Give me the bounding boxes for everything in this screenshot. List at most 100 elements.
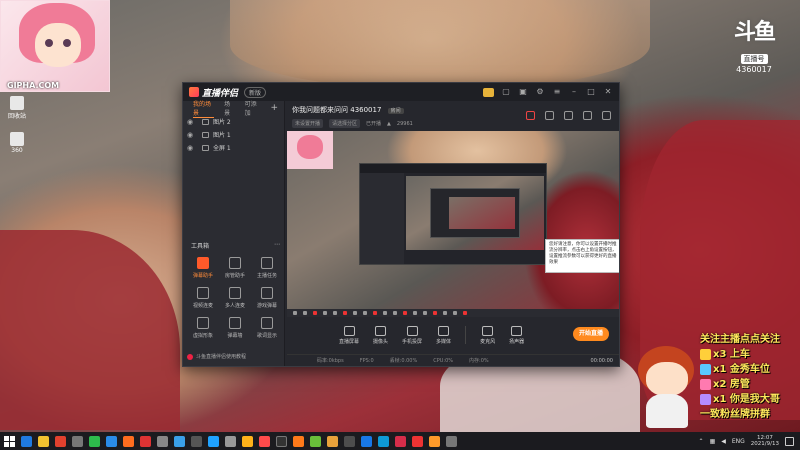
tool-avatar[interactable]: 虚拟形象 [187, 317, 219, 339]
app-icon[interactable] [55, 435, 66, 447]
app-icon[interactable] [72, 435, 83, 447]
preview-nested-window [359, 163, 547, 265]
app-icon[interactable] [446, 435, 457, 447]
notification-icon[interactable] [785, 436, 794, 446]
message-icon[interactable]: ▢ [501, 87, 511, 97]
recycle-bin-icon [10, 96, 24, 110]
gift-icon [700, 379, 711, 390]
add-scene-icon[interactable]: + [270, 103, 278, 113]
app-icon[interactable] [174, 435, 185, 447]
eye-icon[interactable]: ◉ [187, 144, 196, 152]
edge-icon[interactable] [21, 435, 32, 447]
room-tag[interactable]: 房间 [387, 108, 404, 114]
qq-icon[interactable] [106, 435, 117, 447]
gift-icon [700, 394, 711, 405]
app-icon[interactable] [276, 435, 287, 447]
bell-icon[interactable] [583, 111, 592, 120]
tool-danmu-assistant[interactable]: 弹幕助手 [187, 257, 219, 279]
start-button[interactable] [4, 435, 15, 447]
wechat-icon[interactable] [89, 435, 100, 447]
live-status: 已开播 [366, 121, 382, 127]
streaming-app-icon[interactable] [259, 435, 270, 447]
close-icon[interactable]: ✕ [603, 87, 613, 97]
toolbox-header: 工具箱 ⋯ [191, 241, 280, 250]
monitor-icon [202, 144, 209, 151]
desktop-icon-file[interactable]: 360 [7, 132, 27, 154]
lock-icon[interactable] [545, 111, 554, 120]
app-icon[interactable] [140, 435, 151, 447]
app-icon[interactable] [123, 435, 134, 447]
go-live-button[interactable]: 开始直播 [573, 327, 609, 341]
tool-game-danmu[interactable]: 游戏弹幕 [251, 287, 283, 309]
scene-item[interactable]: ◉ 图片 1 [183, 128, 284, 141]
tab-addable[interactable]: 可添加 [245, 99, 261, 117]
tool-room-admin[interactable]: 房管助手 [219, 257, 251, 279]
camera-button[interactable]: 摄像头 [373, 325, 388, 345]
tool-lyrics[interactable]: 歌词显示 [251, 317, 283, 339]
volume-icon[interactable]: ◀ [721, 438, 726, 445]
minimize-icon[interactable]: – [569, 87, 579, 97]
media-button[interactable]: 多媒体 [436, 325, 451, 345]
app-icon[interactable] [395, 435, 406, 447]
app-icon[interactable] [225, 435, 236, 447]
app-icon[interactable] [327, 435, 338, 447]
desktop-icon-recycle-bin[interactable]: 回收站 [7, 96, 27, 120]
app-icon[interactable] [157, 435, 168, 447]
app-icon[interactable] [412, 435, 423, 447]
list-item: x3 上车 [700, 347, 800, 362]
eye-icon[interactable]: ◉ [187, 118, 196, 126]
app-icon[interactable] [293, 435, 304, 447]
gift-icon[interactable]: ▣ [518, 87, 528, 97]
app-icon[interactable] [361, 435, 372, 447]
toolbox-grid: 弹幕助手 房管助手 主播任务 视频连麦 多人连麦 游戏弹幕 虚拟形象 弹幕墙 歌… [187, 257, 283, 339]
network-icon[interactable]: ▦ [710, 438, 716, 445]
app-icon[interactable] [191, 435, 202, 447]
more-icon[interactable]: ⋯ [274, 241, 280, 250]
folder-icon[interactable] [38, 435, 49, 447]
settings-icon[interactable]: ⚙ [535, 87, 545, 97]
overlay-label: GIPHA.COM [7, 81, 60, 90]
tab-scenes[interactable]: 场景 [224, 99, 235, 117]
gamepad-icon [261, 287, 273, 299]
stream-watermark: 斗鱼 直播号 4360017 [724, 14, 784, 74]
windows-taskbar: ⌃ ▦ ◀ ENG 12:07 2021/9/13 [0, 432, 800, 450]
phone-cast-button[interactable]: 手机投屏 [402, 325, 422, 345]
clock[interactable]: 12:07 2021/9/13 [751, 435, 779, 447]
app-icon[interactable] [310, 435, 321, 447]
chevron-up-icon[interactable]: ⌃ [699, 438, 704, 445]
status-memory: 内存:0% [469, 358, 489, 364]
app-icon[interactable] [208, 435, 219, 447]
speaker-button[interactable]: 扬声器 [509, 325, 524, 345]
stream-preview[interactable]: 您好请注意，你可以设置开播时推流分辨率，点击右上角设置按钮，设置推流参数可以获得… [287, 131, 619, 317]
maximize-icon[interactable]: □ [586, 87, 596, 97]
broadcast-chip[interactable]: 未设置开播 [292, 119, 324, 128]
version-badge[interactable]: 新版 [244, 86, 267, 98]
tool-multi-link[interactable]: 多人连麦 [219, 287, 251, 309]
system-tray: ⌃ ▦ ◀ ENG 12:07 2021/9/13 [699, 432, 794, 450]
gift-box-icon[interactable] [526, 111, 535, 120]
share-icon[interactable] [602, 111, 611, 120]
edit-icon[interactable] [564, 111, 573, 120]
tool-danmu-wall[interactable]: 弹幕墙 [219, 317, 251, 339]
watermark-badge: 直播号 [740, 54, 768, 64]
microphone-icon [482, 325, 494, 336]
app-icon[interactable] [242, 435, 253, 447]
status-bar: 码率:0kbps FPS:0 丢帧:0.00% CPU:0% 内存:0% 00:… [287, 354, 619, 366]
tutorial-link[interactable]: 斗鱼直播伴侣使用教程 [187, 353, 246, 360]
vip-icon[interactable] [483, 87, 494, 97]
screen-capture-button[interactable]: 直播屏幕 [339, 325, 359, 345]
tab-my-scenes[interactable]: 我的场景 [193, 99, 215, 118]
scene-item[interactable]: ◉ 全屏 1 [183, 141, 284, 154]
app-icon[interactable] [378, 435, 389, 447]
app-icon[interactable] [429, 435, 440, 447]
tool-video-link[interactable]: 视频连麦 [187, 287, 219, 309]
tool-host-tasks[interactable]: 主播任务 [251, 257, 283, 279]
language-indicator[interactable]: ENG [732, 438, 745, 445]
category-chip[interactable]: 请选择分区 [329, 119, 361, 128]
eye-icon[interactable]: ◉ [187, 131, 196, 139]
user-icon [229, 257, 241, 269]
microphone-button[interactable]: 麦克风 [480, 325, 495, 345]
watermark-room-id: 4360017 [736, 65, 772, 74]
app-icon[interactable] [344, 435, 355, 447]
menu-icon[interactable]: ≡ [552, 87, 562, 97]
